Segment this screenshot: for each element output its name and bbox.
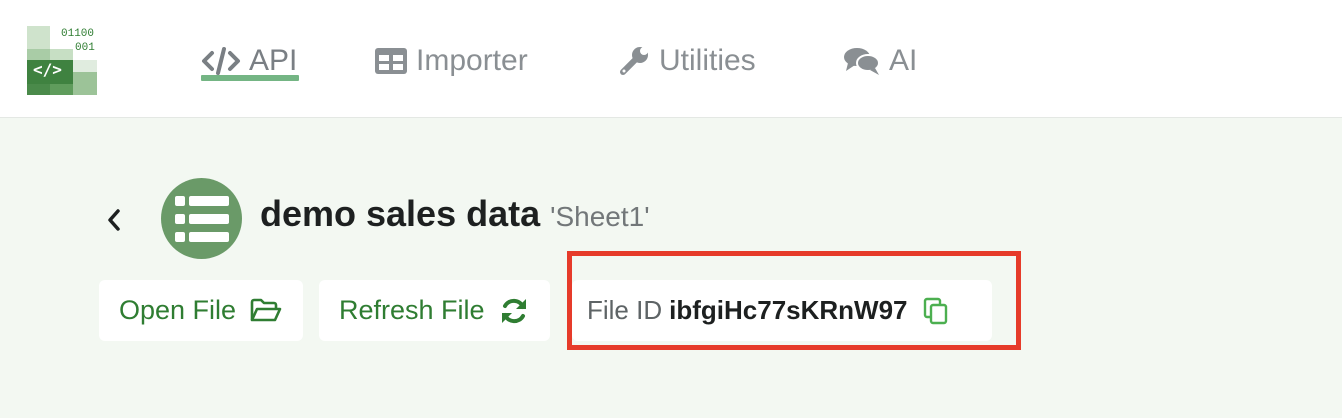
nav-tab-label: Utilities: [659, 44, 756, 77]
active-tab-indicator: [201, 75, 299, 81]
back-button[interactable]: [104, 206, 124, 234]
folder-open-icon: [250, 298, 282, 324]
file-avatar: [161, 178, 242, 259]
table-icon: [374, 47, 408, 75]
sheet-name: 'Sheet1': [550, 201, 650, 232]
code-icon: [201, 46, 241, 76]
logo-binary-line-1: 01100: [61, 28, 95, 40]
nav-tab-ai[interactable]: AI: [843, 38, 917, 84]
list-icon: [174, 195, 229, 242]
file-id-highlight-box: [567, 251, 1021, 350]
nav-tab-label: Importer: [416, 44, 528, 77]
app-logo[interactable]: 01100 001 </>: [27, 26, 97, 95]
nav-tab-label: AI: [889, 44, 918, 77]
open-file-button[interactable]: Open File: [99, 280, 303, 341]
refresh-file-button[interactable]: Refresh File: [319, 280, 550, 341]
refresh-icon: [499, 296, 529, 326]
top-navigation-bar: 01100 001 </> API Importer Utilities AI: [0, 0, 1342, 118]
nav-tab-label: API: [249, 44, 298, 77]
open-file-label: Open File: [119, 295, 237, 325]
nav-tab-utilities[interactable]: Utilities: [617, 38, 756, 84]
wrench-icon: [617, 44, 651, 78]
chat-bubbles-icon: [843, 46, 881, 76]
chevron-left-icon: [108, 209, 120, 231]
refresh-file-label: Refresh File: [339, 295, 485, 325]
logo-code-glyph: </>: [33, 60, 62, 79]
logo-binary-line-2: 001: [75, 42, 95, 54]
logo-tile: [73, 60, 97, 72]
logo-tile: [73, 72, 97, 95]
file-title: demo sales data 'Sheet1': [260, 193, 650, 235]
nav-tab-importer[interactable]: Importer: [374, 38, 528, 84]
logo-tile: [27, 26, 50, 49]
file-name: demo sales data: [260, 193, 541, 234]
